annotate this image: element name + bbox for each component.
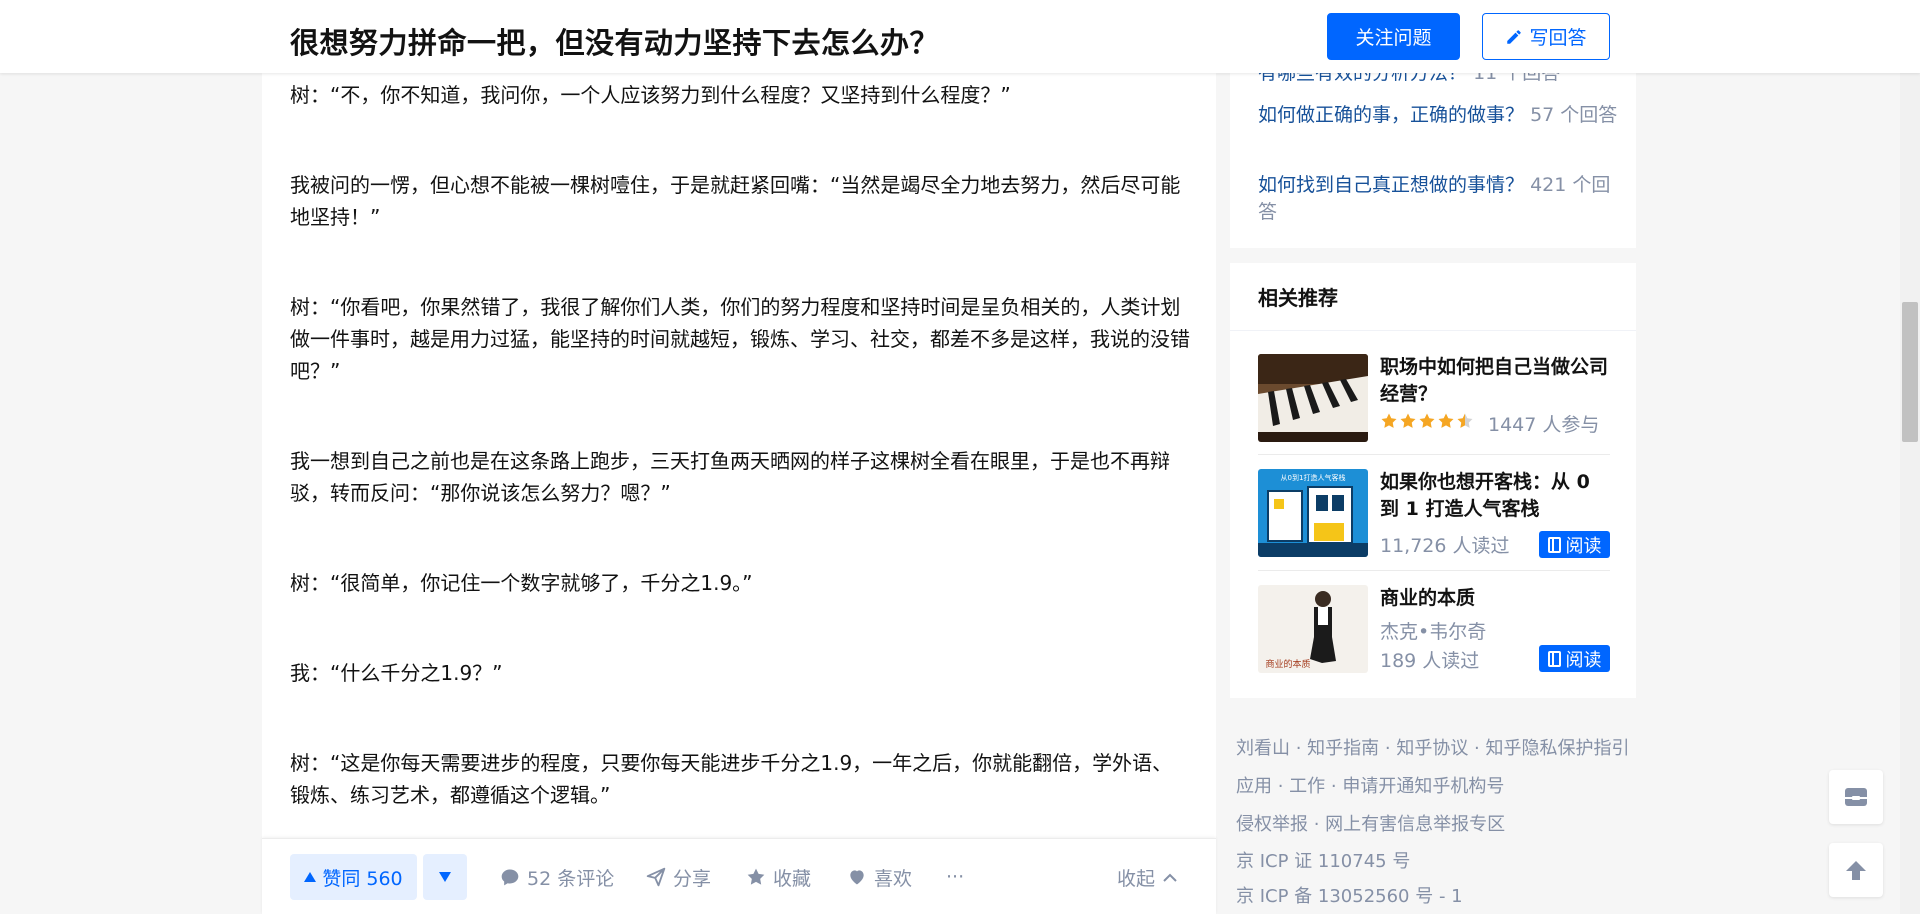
write-answer-label: 写回答: [1529, 27, 1587, 49]
related-question-title: 如何找到自己真正想做的事情？: [1258, 174, 1525, 196]
related-question-count: 57 个回答: [1530, 104, 1618, 126]
like-button[interactable]: 喜欢: [847, 854, 912, 900]
recommend-title: 相关推荐: [1230, 263, 1636, 331]
triangle-down-icon: [439, 872, 451, 882]
cover-text: 从0到1打造人气客栈: [1281, 473, 1346, 482]
recommend-item[interactable]: 商业的本质 商业的本质 杰克•韦尔奇 189 人读过 阅读: [1258, 585, 1610, 683]
footer-row[interactable]: 侵权举报 · 网上有害信息举报专区: [1236, 804, 1656, 842]
comments-label: 52 条评论: [527, 867, 615, 890]
paper-plane-icon: [646, 867, 666, 887]
collapse-button[interactable]: 收起: [1117, 854, 1178, 900]
scrollbar-track[interactable]: [1900, 0, 1920, 914]
more-dots-icon: ···: [946, 866, 965, 888]
answer-body: 树：“不，你不知道，我问你，一个人应该努力到什么程度？又坚持到什么程度？” 我被…: [290, 73, 1190, 869]
chevron-up-icon: [1162, 871, 1178, 883]
related-recommend-card: 相关推荐 职场中如何把自己当做公司经营？ 1447 人参与 从0到1打造人气客栈…: [1230, 263, 1636, 698]
message-box-button[interactable]: [1829, 770, 1883, 824]
share-button[interactable]: 分享: [646, 854, 711, 900]
recommend-item-meta: 11,726 人读过: [1380, 535, 1510, 557]
vote-down-button[interactable]: [423, 854, 467, 900]
triangle-up-icon: [304, 872, 317, 882]
answer-paragraph: 树：“这是你每天需要进步的程度，只要你每天能进步千分之1.9，一年之后，你就能翻…: [290, 751, 1173, 807]
star-icon: [1381, 413, 1397, 428]
back-to-top-button[interactable]: [1829, 843, 1883, 897]
answer-paragraph: 树：“很简单，你记住一个数字就够了，千分之1.9。”: [290, 571, 753, 595]
footer-row[interactable]: 京 ICP 备 13052560 号 - 1: [1236, 877, 1656, 912]
question-header: 很想努力拼命一把，但没有动力坚持下去怎么办？ 关注问题 写回答: [0, 0, 1920, 73]
recommend-item-title: 如果你也想开客栈：从 0 到 1 打造人气客栈: [1380, 471, 1590, 520]
footer-row[interactable]: 应用 · 工作 · 申请开通知乎机构号: [1236, 766, 1656, 804]
related-question-item[interactable]: 如何找到自己真正想做的事情？ 421 个回答: [1258, 172, 1618, 226]
recommend-item[interactable]: 从0到1打造人气客栈 如果你也想开客栈：从 0 到 1 打造人气客栈 11,72…: [1258, 469, 1610, 567]
star-icon: [1419, 413, 1435, 428]
answer-action-bar: 赞同 560 52 条评论 分享 收藏 喜欢 ··· 收起: [262, 838, 1216, 914]
answer-paragraph: 我：“什么千分之1.9？”: [290, 661, 503, 685]
recommend-thumbnail: [1258, 354, 1368, 442]
star-icon: [746, 867, 766, 887]
collect-label: 收藏: [773, 867, 812, 890]
related-question-item[interactable]: 如何做正确的事，正确的做事？ 57 个回答: [1258, 102, 1618, 129]
collect-button[interactable]: 收藏: [746, 854, 811, 900]
arrow-up-icon: [1844, 858, 1868, 882]
star-icon: [1400, 413, 1416, 428]
divider: [1258, 570, 1610, 571]
divider: [1258, 454, 1610, 455]
half-star-icon: [1457, 413, 1473, 428]
book-icon: [1547, 650, 1562, 667]
read-button-label: 阅读: [1565, 535, 1602, 557]
more-button[interactable]: ···: [946, 854, 964, 900]
rating-stars: [1380, 412, 1474, 430]
answer-card: 树：“不，你不知道，我问你，一个人应该努力到什么程度？又坚持到什么程度？” 我被…: [262, 73, 1216, 914]
question-title: 很想努力拼命一把，但没有动力坚持下去怎么办？: [290, 26, 940, 60]
footer-links: 刘看山 · 知乎指南 · 知乎协议 · 知乎隐私保护指引 应用 · 工作 · 申…: [1236, 728, 1656, 912]
footer-row[interactable]: 刘看山 · 知乎指南 · 知乎协议 · 知乎隐私保护指引: [1236, 728, 1656, 766]
recommend-item-title: 商业的本质: [1380, 587, 1476, 609]
write-answer-button[interactable]: 写回答: [1482, 13, 1610, 60]
heart-icon: [847, 867, 867, 887]
read-button[interactable]: 阅读: [1539, 645, 1610, 672]
answer-paragraph: 我被问的一愣，但心想不能被一棵树噎住，于是就赶紧回嘴：“当然是竭尽全力地去努力，…: [290, 173, 1181, 229]
recommend-item-meta: 1447 人参与: [1488, 414, 1600, 436]
answer-paragraph: 我一想到自己之前也是在这条路上跑步，三天打鱼两天晒网的样子这棵树全看在眼里，于是…: [290, 449, 1170, 505]
comments-button[interactable]: 52 条评论: [500, 854, 614, 900]
share-label: 分享: [673, 867, 712, 890]
pencil-icon: [1505, 28, 1523, 46]
comment-icon: [500, 867, 520, 887]
follow-question-button[interactable]: 关注问题: [1327, 13, 1460, 60]
collapse-label: 收起: [1117, 867, 1156, 890]
read-button[interactable]: 阅读: [1539, 531, 1610, 558]
answer-paragraph: 树：“你看吧，你果然错了，我很了解你们人类，你们的努力程度和坚持时间是呈负相关的…: [290, 295, 1190, 383]
recommend-thumbnail: 从0到1打造人气客栈: [1258, 469, 1368, 557]
recommend-item-meta: 189 人读过: [1380, 650, 1480, 672]
recommend-thumbnail: 商业的本质: [1258, 585, 1368, 673]
scrollbar-thumb[interactable]: [1902, 302, 1918, 442]
recommend-item-title: 职场中如何把自己当做公司经营？: [1380, 356, 1609, 405]
like-label: 喜欢: [874, 867, 913, 890]
cover-text: 商业的本质: [1265, 658, 1310, 670]
vote-up-label: 赞同 560: [322, 867, 403, 890]
footer-row[interactable]: 京 ICP 证 110745 号: [1236, 842, 1656, 877]
book-icon: [1547, 536, 1562, 553]
read-button-label: 阅读: [1565, 649, 1602, 671]
inbox-icon: [1843, 785, 1869, 809]
answer-paragraph: 树：“不，你不知道，我问你，一个人应该努力到什么程度？又坚持到什么程度？”: [290, 83, 1011, 107]
recommend-item[interactable]: 职场中如何把自己当做公司经营？ 1447 人参与: [1258, 354, 1610, 452]
related-question-title: 如何做正确的事，正确的做事？: [1258, 104, 1525, 126]
recommend-item-author: 杰克•韦尔奇: [1380, 621, 1487, 643]
star-icon: [1438, 413, 1454, 428]
vote-up-button[interactable]: 赞同 560: [290, 854, 417, 900]
